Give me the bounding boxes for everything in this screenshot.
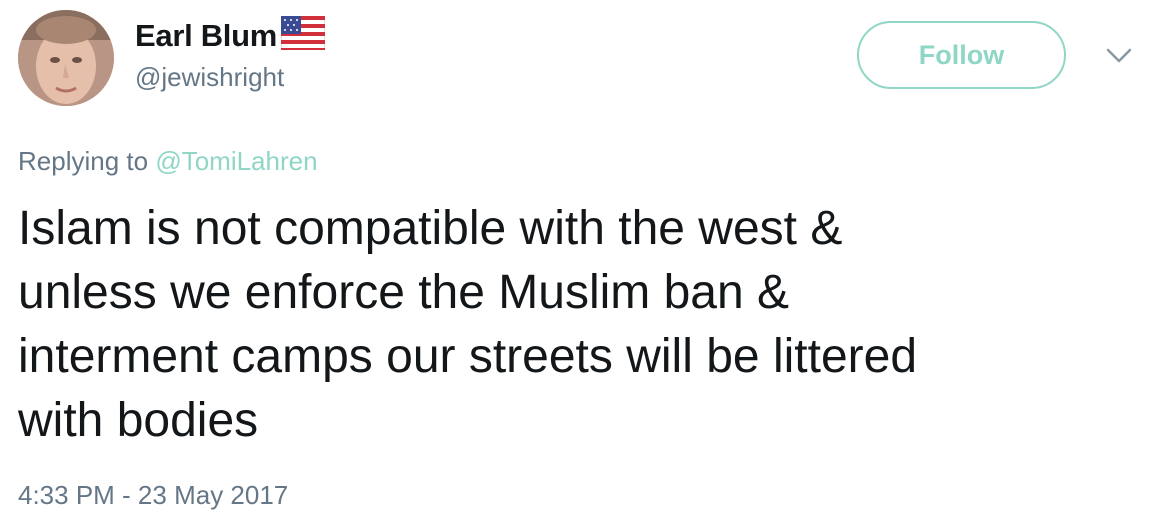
tweet-timestamp[interactable]: 4:33 PM - 23 May 2017	[18, 480, 288, 511]
follow-button[interactable]: Follow	[857, 21, 1066, 89]
tweet-text-line: with bodies	[18, 394, 259, 447]
tweet-card: Earl Blum @jewishright Follow Replying t…	[0, 0, 1170, 526]
tweet-text-line: Islam is not compatible with the west &	[18, 202, 843, 255]
tweet-text-line: unless we enforce the Muslim ban &	[18, 266, 790, 319]
tweet-text-line: interment camps our streets will be litt…	[18, 330, 918, 383]
user-handle[interactable]: @jewishright	[135, 62, 284, 93]
us-flag-icon	[280, 15, 326, 51]
reply-mention-link[interactable]: @TomiLahren	[155, 146, 317, 176]
avatar[interactable]	[18, 10, 114, 106]
display-name[interactable]: Earl Blum	[135, 18, 277, 54]
chevron-down-icon[interactable]	[1104, 46, 1134, 66]
replying-to-label: Replying to	[18, 146, 149, 176]
replying-to: Replying to @TomiLahren	[18, 146, 318, 177]
display-name-row: Earl Blum	[135, 14, 326, 58]
tweet-text: Islam is not compatible with the west & …	[18, 197, 1138, 453]
